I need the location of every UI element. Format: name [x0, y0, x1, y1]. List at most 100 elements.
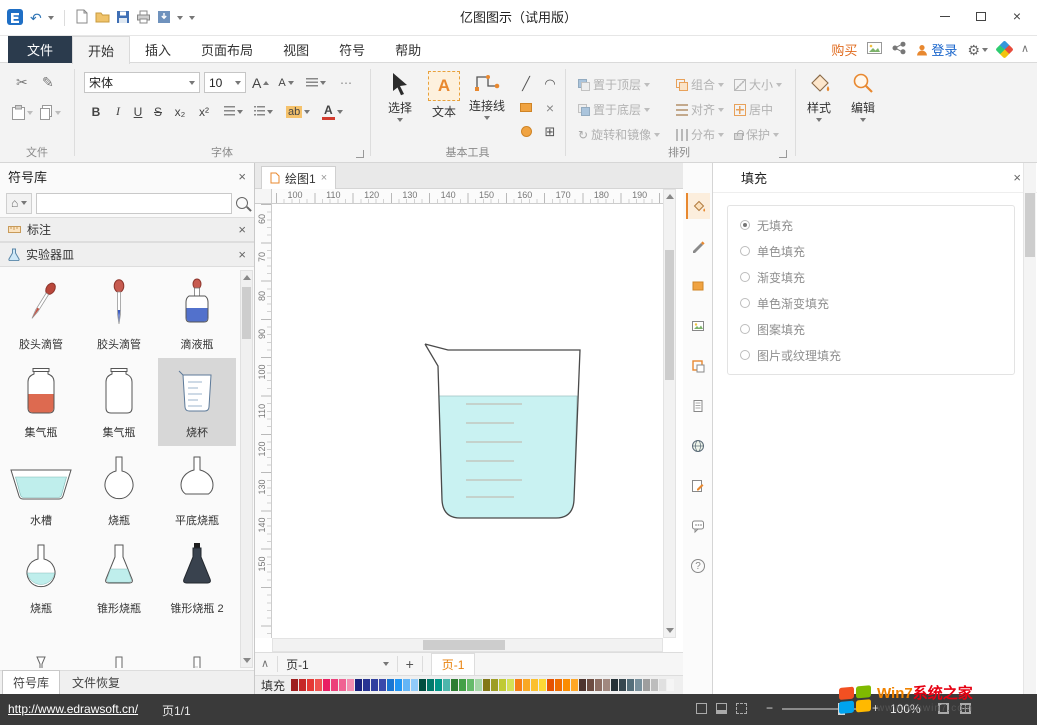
center-button[interactable]: 居中	[734, 98, 773, 121]
symbol-item[interactable]: 胶头滴管	[2, 270, 80, 358]
color-swatch[interactable]	[323, 679, 330, 691]
minimize-button[interactable]	[927, 2, 963, 30]
shrink-font-button[interactable]: A	[276, 72, 296, 93]
fill-option-mono-gradient[interactable]: 单色渐变填充	[728, 290, 1014, 316]
color-swatch[interactable]	[491, 679, 498, 691]
community-pinwheel-icon[interactable]	[995, 40, 1013, 58]
color-swatch[interactable]	[483, 679, 490, 691]
fill-option-texture[interactable]: 图片或纹理填充	[728, 342, 1014, 368]
beaker-shape[interactable]	[422, 342, 594, 542]
section-labware-close[interactable]: ×	[238, 247, 246, 262]
page-list-arrow-icon[interactable]	[383, 662, 389, 666]
print-button[interactable]	[136, 10, 151, 27]
color-swatch[interactable]	[299, 679, 306, 691]
scrollbar-thumb[interactable]	[1025, 193, 1035, 257]
underline-button[interactable]: U	[128, 101, 148, 122]
tab-file-recovery[interactable]: 文件恢复	[62, 671, 130, 694]
color-swatch[interactable]	[603, 679, 610, 691]
color-swatch[interactable]	[579, 679, 586, 691]
image-panel-button[interactable]	[686, 313, 710, 339]
color-swatch[interactable]	[475, 679, 482, 691]
color-swatch[interactable]	[451, 679, 458, 691]
connector-tool-button[interactable]: 连接线	[464, 71, 510, 120]
strikethrough-button[interactable]: S	[148, 101, 168, 122]
paste-button[interactable]	[12, 105, 33, 120]
color-swatch[interactable]	[515, 679, 522, 691]
more-font-options-button[interactable]: ⋯	[336, 72, 356, 93]
send-back-button[interactable]: 置于底层	[578, 98, 650, 121]
color-swatch[interactable]	[611, 679, 618, 691]
color-swatch[interactable]	[427, 679, 434, 691]
drawing-page[interactable]	[272, 204, 663, 638]
color-swatch[interactable]	[651, 679, 658, 691]
distribute-button[interactable]: 分布	[676, 123, 724, 146]
horizontal-scrollbar[interactable]	[272, 638, 663, 652]
color-swatch[interactable]	[659, 679, 666, 691]
fill-panel-button[interactable]	[686, 193, 710, 219]
copy-button[interactable]	[40, 105, 61, 120]
color-swatch[interactable]	[539, 679, 546, 691]
gallery-icon[interactable]	[867, 42, 882, 57]
color-swatch[interactable]	[571, 679, 578, 691]
document-tab-close[interactable]: ×	[321, 172, 327, 184]
tab-symbols[interactable]: 符号	[324, 36, 380, 63]
bullet-list-button[interactable]	[252, 101, 275, 122]
hyperlink-panel-button[interactable]	[686, 433, 710, 459]
library-home-button[interactable]: ⌂	[6, 193, 32, 214]
color-swatch[interactable]	[419, 679, 426, 691]
collapse-pagebar-button[interactable]: ∧	[261, 659, 269, 670]
fill-panel-close-button[interactable]: ×	[1013, 170, 1021, 185]
erase-tool-button[interactable]: ×	[540, 97, 560, 118]
tab-page-layout[interactable]: 页面布局	[186, 36, 268, 63]
symbol-item-partial[interactable]	[80, 622, 158, 668]
color-swatch[interactable]	[619, 679, 626, 691]
symbol-item[interactable]: 胶头滴管	[80, 270, 158, 358]
color-swatch[interactable]	[499, 679, 506, 691]
highlight-button[interactable]: ab	[284, 101, 312, 122]
cut-button[interactable]: ✂	[16, 75, 28, 89]
edrawsoft-link[interactable]: http://www.edrawsoft.cn/	[8, 702, 138, 716]
save-button[interactable]	[116, 10, 130, 27]
color-swatch[interactable]	[555, 679, 562, 691]
italic-button[interactable]: I	[108, 101, 128, 122]
scrollbar-thumb[interactable]	[242, 287, 251, 339]
comment-panel-button[interactable]	[686, 513, 710, 539]
table-tool-button[interactable]: ⊞	[540, 121, 560, 142]
scroll-down-arrow-icon[interactable]	[666, 628, 674, 633]
color-swatch[interactable]	[435, 679, 442, 691]
group-button[interactable]: 组合	[676, 73, 724, 96]
layers-panel-button[interactable]	[686, 353, 710, 379]
document-tab[interactable]: 绘图1 ×	[261, 166, 336, 189]
symbol-item[interactable]: 水槽	[2, 446, 80, 534]
scrollbar-thumb[interactable]	[665, 250, 674, 380]
tab-home[interactable]: 开始	[72, 36, 130, 64]
new-document-button[interactable]	[75, 9, 89, 27]
font-size-combo[interactable]: 10	[204, 72, 246, 93]
view-mode-page-button[interactable]	[716, 703, 733, 717]
search-icon[interactable]	[236, 197, 248, 209]
rotate-mirror-button[interactable]: ↻旋转和镜像	[578, 123, 660, 146]
share-icon[interactable]	[892, 41, 906, 58]
scroll-up-arrow-icon[interactable]	[666, 194, 674, 199]
bring-front-button[interactable]: 置于顶层	[578, 73, 650, 96]
line-style-button[interactable]	[686, 233, 710, 259]
size-button[interactable]: 大小	[734, 73, 782, 96]
symbol-item[interactable]: 平底烧瓶	[158, 446, 236, 534]
qat-customize-arrow-icon[interactable]	[189, 16, 195, 20]
save-dropdown-arrow-icon[interactable]	[177, 16, 183, 20]
note-panel-button[interactable]	[686, 473, 710, 499]
scroll-up-arrow-icon[interactable]	[243, 275, 251, 280]
color-swatch[interactable]	[459, 679, 466, 691]
color-swatch[interactable]	[387, 679, 394, 691]
fill-option-gradient[interactable]: 渐变填充	[728, 264, 1014, 290]
symbol-item[interactable]: 滴液瓶	[158, 270, 236, 358]
line-shape-button[interactable]: ╱	[516, 73, 536, 94]
font-dialog-launcher[interactable]	[356, 150, 364, 158]
color-swatch[interactable]	[363, 679, 370, 691]
active-page-tab[interactable]: 页-1	[431, 653, 476, 676]
collapse-ribbon-button[interactable]: ∧	[1021, 44, 1029, 55]
zoom-out-button[interactable]: −	[766, 701, 773, 715]
color-swatch[interactable]	[467, 679, 474, 691]
shape-button[interactable]	[686, 273, 710, 299]
fill-option-solid[interactable]: 单色填充	[728, 238, 1014, 264]
